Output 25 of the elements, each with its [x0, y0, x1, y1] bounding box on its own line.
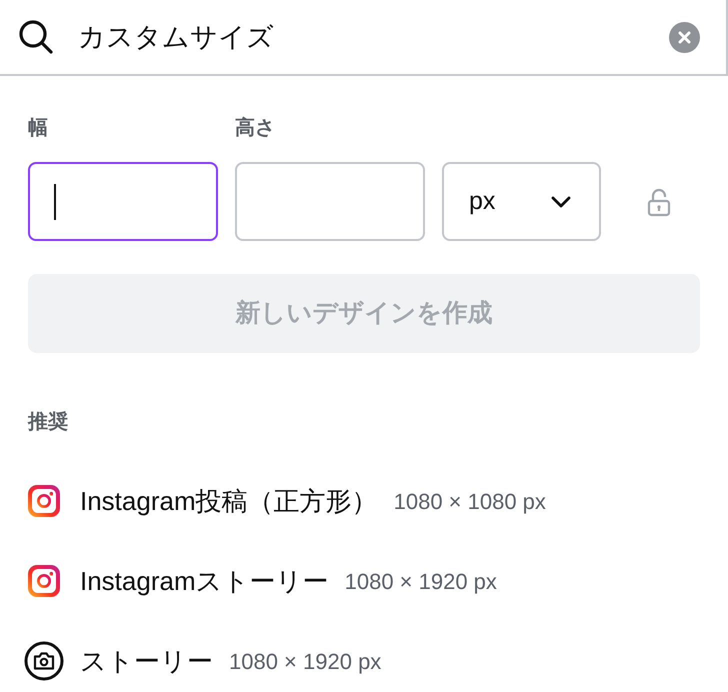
- chevron-down-icon: [551, 196, 571, 208]
- instagram-icon: [26, 483, 62, 519]
- clear-button[interactable]: [669, 22, 700, 52]
- option-name: ストーリー: [80, 644, 213, 678]
- option-name: Instagram投稿（正方形）: [80, 484, 378, 518]
- field-label: 高さ: [235, 116, 275, 141]
- unit-select[interactable]: px: [442, 162, 601, 241]
- text-cursor: [54, 184, 56, 220]
- field-label: 幅: [28, 116, 48, 141]
- size-option[interactable]: Instagramストーリー 1080 × 1920 px: [23, 541, 700, 621]
- option-size: 1080 × 1920 px: [344, 568, 497, 596]
- input-field[interactable]: [28, 162, 218, 241]
- section-heading: 推奨: [28, 410, 68, 435]
- search-icon: [18, 19, 54, 55]
- search-text[interactable]: カスタムサイズ: [78, 24, 669, 50]
- size-option[interactable]: ストーリー 1080 × 1920 px: [23, 621, 700, 692]
- size-option[interactable]: Instagram投稿（正方形） 1080 × 1080 px: [23, 461, 700, 541]
- option-name: Instagramストーリー: [80, 564, 329, 598]
- close-icon: [678, 30, 691, 44]
- option-size: 1080 × 1920 px: [229, 648, 382, 676]
- option-size: 1080 × 1080 px: [394, 488, 546, 516]
- input-field[interactable]: [235, 162, 425, 241]
- instagram-icon: [26, 563, 62, 599]
- camera-icon: [24, 641, 64, 681]
- unlocked-lock-icon[interactable]: [647, 186, 671, 216]
